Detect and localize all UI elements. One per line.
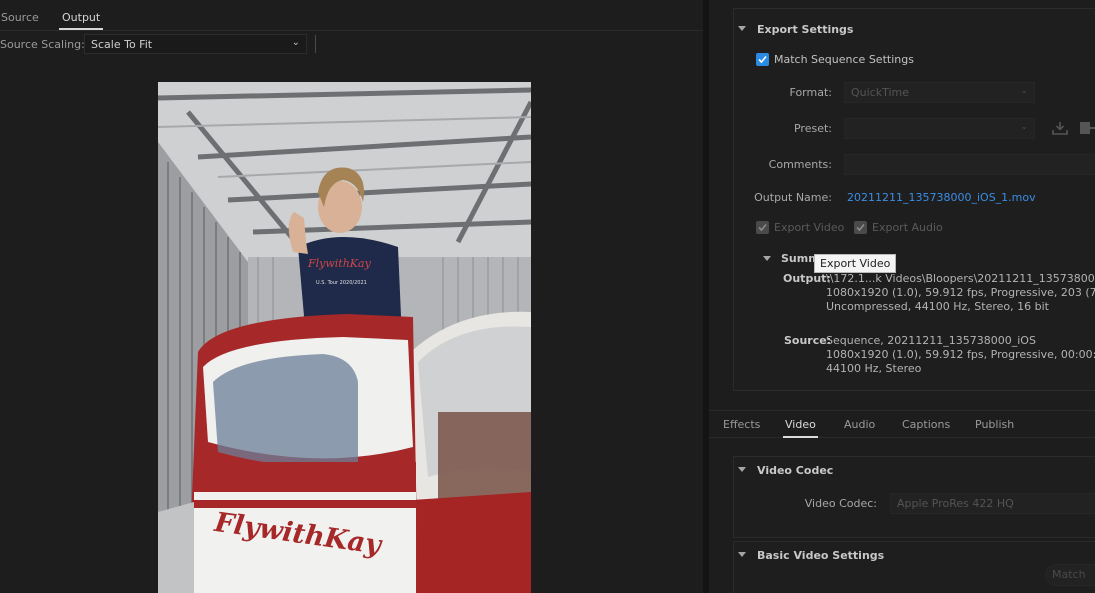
tab-publish[interactable]: Publish — [975, 418, 1014, 431]
preset-dropdown[interactable]: ⌄ — [844, 118, 1035, 139]
tab-video[interactable]: Video — [783, 418, 818, 438]
summary-output-line-1: \\172.1...k Videos\Bloopers\20211211_135… — [826, 272, 1095, 285]
export-settings-title[interactable]: Export Settings — [757, 23, 853, 36]
export-settings-panel: Export Settings Match Sequence Settings … — [709, 0, 1095, 593]
export-video-tooltip: Export Video — [814, 254, 897, 273]
summary-source-line-2: 1080x1920 (1.0), 59.912 fps, Progressive… — [826, 348, 1095, 361]
source-output-panel: Source Output Source Scaling: Scale To F… — [0, 0, 703, 593]
format-value: QuickTime — [851, 86, 910, 99]
video-codec-dropdown[interactable]: Apple ProRes 422 HQ — [890, 493, 1095, 514]
shirt-subtitle: U.S. Tour 2020/2021 — [316, 280, 367, 286]
tab-source[interactable]: Source — [1, 11, 39, 24]
source-scaling-row: Source Scaling: Scale To Fit ⌄ — [0, 33, 703, 55]
import-preset-icon[interactable] — [1079, 121, 1095, 135]
source-scaling-dropdown[interactable]: Scale To Fit ⌄ — [84, 34, 307, 54]
video-codec-title[interactable]: Video Codec — [757, 464, 833, 477]
match-button[interactable]: Match — [1045, 564, 1095, 586]
summary-source-key: Source: — [784, 334, 832, 347]
match-button-label: Match — [1052, 568, 1086, 581]
comments-label: Comments: — [768, 158, 832, 171]
basic-video-title[interactable]: Basic Video Settings — [757, 549, 884, 562]
output-name-label: Output Name: — [754, 191, 832, 204]
tab-captions[interactable]: Captions — [902, 418, 950, 431]
format-label: Format: — [789, 86, 832, 99]
caret-down-icon[interactable] — [738, 467, 746, 472]
tab-output[interactable]: Output — [58, 11, 104, 30]
caret-down-icon[interactable] — [738, 26, 746, 31]
caret-down-icon[interactable] — [738, 552, 746, 557]
tab-audio[interactable]: Audio — [844, 418, 875, 431]
export-video-label: Export Video — [774, 221, 845, 234]
source-scaling-label: Source Scaling: — [0, 38, 85, 51]
panel-tabs: Source Output — [0, 0, 703, 31]
chevron-down-icon: ⌄ — [291, 37, 300, 48]
summary-output-line-3: Uncompressed, 44100 Hz, Stereo, 16 bit — [826, 300, 1049, 313]
save-preset-icon[interactable] — [1052, 121, 1068, 135]
chevron-down-icon: ⌄ — [1020, 122, 1028, 132]
format-dropdown[interactable]: QuickTime ⌄ — [844, 82, 1035, 103]
checkmark-icon — [758, 55, 767, 64]
summary-source-line-3: 44100 Hz, Stereo — [826, 362, 922, 375]
chevron-down-icon: ⌄ — [1020, 86, 1028, 96]
summary-source-line-1: Sequence, 20211211_135738000_iOS — [826, 334, 1036, 347]
export-audio-checkbox[interactable] — [854, 221, 867, 234]
export-audio-label: Export Audio — [872, 221, 943, 234]
output-name-link[interactable]: 20211211_135738000_iOS_1.mov — [847, 191, 1036, 204]
tab-effects[interactable]: Effects — [723, 418, 760, 431]
preset-label: Preset: — [793, 122, 832, 135]
source-scaling-value: Scale To Fit — [91, 38, 153, 51]
video-codec-value: Apple ProRes 422 HQ — [897, 497, 1014, 510]
shirt-logo: FlywithKay — [307, 257, 372, 270]
checkmark-icon — [758, 223, 767, 232]
match-sequence-checkbox[interactable] — [756, 53, 769, 66]
settings-tabs: Effects Video Audio Captions Publish — [709, 410, 1095, 438]
preview-frame-image: FlywithKay U.S. Tour 2020/2021 FlywithKa… — [158, 82, 531, 593]
toolbar-separator — [315, 35, 316, 53]
summary-output-line-2: 1080x1920 (1.0), 59.912 fps, Progressive… — [826, 286, 1095, 299]
comments-input[interactable] — [844, 154, 1095, 175]
match-sequence-label: Match Sequence Settings — [774, 53, 914, 66]
video-preview[interactable]: FlywithKay U.S. Tour 2020/2021 FlywithKa… — [158, 82, 531, 593]
summary-output-key: Output: — [783, 272, 831, 285]
video-codec-label: Video Codec: — [804, 497, 877, 510]
checkmark-icon — [856, 223, 865, 232]
caret-down-icon[interactable] — [763, 256, 771, 261]
export-video-checkbox[interactable] — [756, 221, 769, 234]
